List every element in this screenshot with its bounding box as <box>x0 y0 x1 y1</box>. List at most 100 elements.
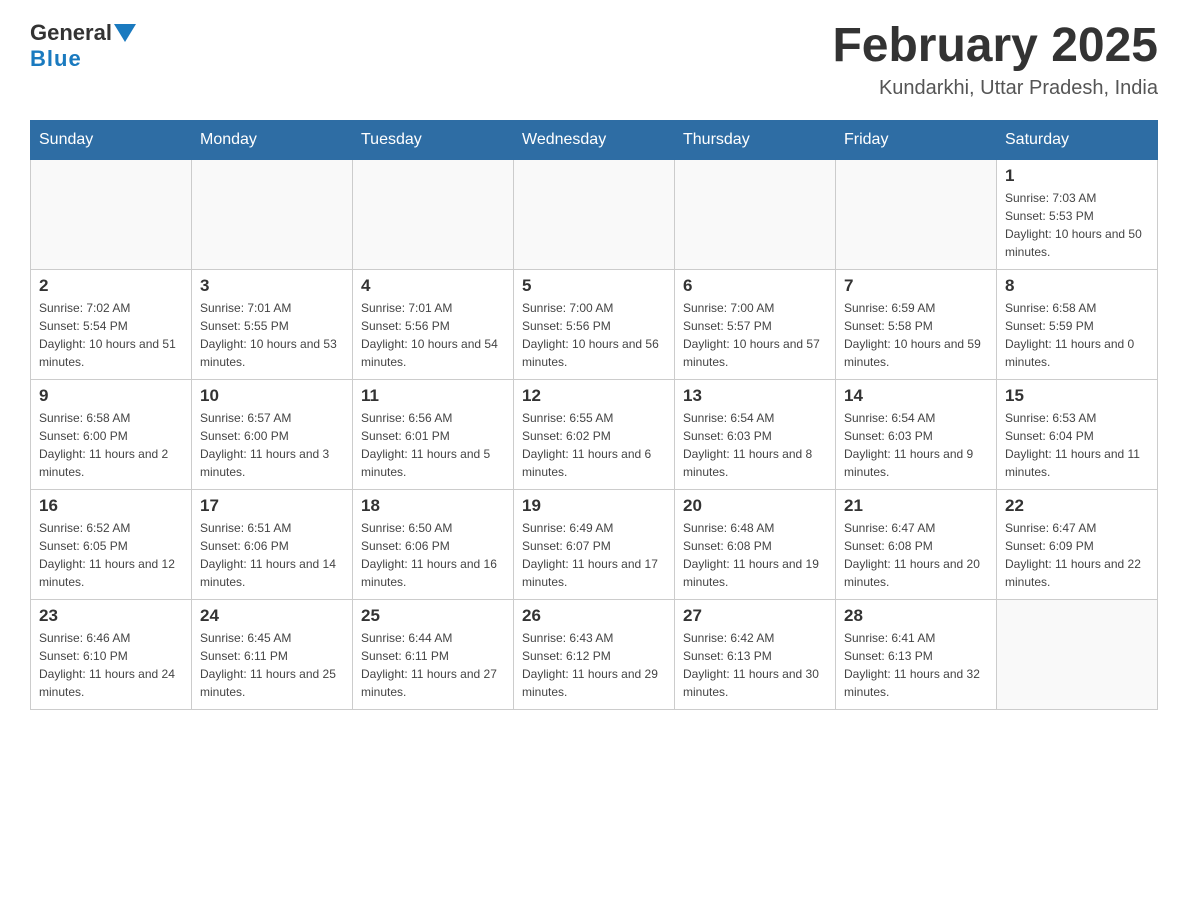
day-number: 23 <box>39 606 183 626</box>
day-info: Sunrise: 7:03 AMSunset: 5:53 PMDaylight:… <box>1005 189 1149 261</box>
calendar-day-cell: 12Sunrise: 6:55 AMSunset: 6:02 PMDayligh… <box>514 379 675 489</box>
day-number: 16 <box>39 496 183 516</box>
calendar-day-cell: 16 Sunrise: 6:52 AMSunset: 6:05 PMDayligh… <box>31 489 192 599</box>
calendar-day-cell <box>192 159 353 269</box>
day-number: 6 <box>683 276 827 296</box>
day-number: 7 <box>844 276 988 296</box>
day-info: Sunrise: 6:42 AMSunset: 6:13 PMDaylight:… <box>683 629 827 701</box>
day-number: 22 <box>1005 496 1149 516</box>
calendar-week-row: 16 Sunrise: 6:52 AMSunset: 6:05 PMDayligh… <box>31 489 1158 599</box>
calendar-title: February 2025 <box>832 20 1158 73</box>
calendar-day-cell <box>675 159 836 269</box>
day-number: 24 <box>200 606 344 626</box>
day-info: Sunrise: 6:46 AMSunset: 6:10 PMDaylight:… <box>39 629 183 701</box>
day-info: Sunrise: 6:43 AMSunset: 6:12 PMDaylight:… <box>522 629 666 701</box>
day-info: Sunrise: 6:55 AMSunset: 6:02 PMDaylight:… <box>522 409 666 481</box>
calendar-week-row: 1 Sunrise: 7:03 AMSunset: 5:53 PMDaylight… <box>31 159 1158 269</box>
day-number: 10 <box>200 386 344 406</box>
day-info: Sunrise: 7:01 AMSunset: 5:56 PMDaylight:… <box>361 299 505 371</box>
day-number: 28 <box>844 606 988 626</box>
calendar-body: 1 Sunrise: 7:03 AMSunset: 5:53 PMDaylight… <box>31 159 1158 709</box>
calendar-week-row: 2Sunrise: 7:02 AMSunset: 5:54 PMDaylight… <box>31 269 1158 379</box>
day-info: Sunrise: 6:57 AMSunset: 6:00 PMDaylight:… <box>200 409 344 481</box>
day-info: Sunrise: 6:54 AMSunset: 6:03 PMDaylight:… <box>683 409 827 481</box>
logo-blue-text: Blue <box>30 46 82 71</box>
calendar-day-cell: 23 Sunrise: 6:46 AMSunset: 6:10 PMDayligh… <box>31 599 192 709</box>
calendar-day-cell <box>31 159 192 269</box>
calendar-header: SundayMondayTuesdayWednesdayThursdayFrid… <box>31 120 1158 159</box>
calendar-day-cell: 22 Sunrise: 6:47 AMSunset: 6:09 PMDayligh… <box>997 489 1158 599</box>
day-number: 17 <box>200 496 344 516</box>
day-info: Sunrise: 6:45 AMSunset: 6:11 PMDaylight:… <box>200 629 344 701</box>
title-section: February 2025 Kundarkhi, Uttar Pradesh, … <box>832 20 1158 100</box>
calendar-day-cell: 24 Sunrise: 6:45 AMSunset: 6:11 PMDayligh… <box>192 599 353 709</box>
calendar-day-cell: 9Sunrise: 6:58 AMSunset: 6:00 PMDaylight… <box>31 379 192 489</box>
calendar-day-cell: 5Sunrise: 7:00 AMSunset: 5:56 PMDaylight… <box>514 269 675 379</box>
day-number: 3 <box>200 276 344 296</box>
calendar-week-row: 23 Sunrise: 6:46 AMSunset: 6:10 PMDayligh… <box>31 599 1158 709</box>
calendar-day-cell: 14 Sunrise: 6:54 AMSunset: 6:03 PMDayligh… <box>836 379 997 489</box>
day-info: Sunrise: 6:44 AMSunset: 6:11 PMDaylight:… <box>361 629 505 701</box>
days-of-week-row: SundayMondayTuesdayWednesdayThursdayFrid… <box>31 120 1158 159</box>
day-of-week-header: Friday <box>836 120 997 159</box>
calendar-day-cell: 11 Sunrise: 6:56 AMSunset: 6:01 PMDayligh… <box>353 379 514 489</box>
day-info: Sunrise: 7:00 AMSunset: 5:57 PMDaylight:… <box>683 299 827 371</box>
calendar-day-cell: 20 Sunrise: 6:48 AMSunset: 6:08 PMDayligh… <box>675 489 836 599</box>
day-number: 27 <box>683 606 827 626</box>
calendar-day-cell <box>836 159 997 269</box>
day-info: Sunrise: 7:01 AMSunset: 5:55 PMDaylight:… <box>200 299 344 371</box>
day-info: Sunrise: 6:53 AMSunset: 6:04 PMDaylight:… <box>1005 409 1149 481</box>
logo-triangle-icon <box>114 24 136 44</box>
calendar-day-cell: 10 Sunrise: 6:57 AMSunset: 6:00 PMDayligh… <box>192 379 353 489</box>
page-header: General Blue February 2025 Kundarkhi, Ut… <box>30 20 1158 100</box>
day-number: 13 <box>683 386 827 406</box>
calendar-day-cell: 7Sunrise: 6:59 AMSunset: 5:58 PMDaylight… <box>836 269 997 379</box>
day-info: Sunrise: 6:56 AMSunset: 6:01 PMDaylight:… <box>361 409 505 481</box>
calendar-week-row: 9Sunrise: 6:58 AMSunset: 6:00 PMDaylight… <box>31 379 1158 489</box>
calendar-day-cell: 21 Sunrise: 6:47 AMSunset: 6:08 PMDayligh… <box>836 489 997 599</box>
day-number: 20 <box>683 496 827 516</box>
day-number: 15 <box>1005 386 1149 406</box>
day-info: Sunrise: 6:54 AMSunset: 6:03 PMDaylight:… <box>844 409 988 481</box>
day-of-week-header: Saturday <box>997 120 1158 159</box>
day-of-week-header: Monday <box>192 120 353 159</box>
day-number: 4 <box>361 276 505 296</box>
calendar-day-cell: 18 Sunrise: 6:50 AMSunset: 6:06 PMDayligh… <box>353 489 514 599</box>
day-info: Sunrise: 6:41 AMSunset: 6:13 PMDaylight:… <box>844 629 988 701</box>
calendar-day-cell: 25 Sunrise: 6:44 AMSunset: 6:11 PMDayligh… <box>353 599 514 709</box>
calendar-day-cell: 15 Sunrise: 6:53 AMSunset: 6:04 PMDayligh… <box>997 379 1158 489</box>
day-number: 2 <box>39 276 183 296</box>
calendar-day-cell: 28 Sunrise: 6:41 AMSunset: 6:13 PMDayligh… <box>836 599 997 709</box>
logo: General Blue <box>30 20 136 72</box>
day-info: Sunrise: 6:47 AMSunset: 6:09 PMDaylight:… <box>1005 519 1149 591</box>
day-number: 14 <box>844 386 988 406</box>
day-info: Sunrise: 6:50 AMSunset: 6:06 PMDaylight:… <box>361 519 505 591</box>
day-of-week-header: Wednesday <box>514 120 675 159</box>
calendar-day-cell: 6 Sunrise: 7:00 AMSunset: 5:57 PMDaylight… <box>675 269 836 379</box>
calendar-day-cell <box>997 599 1158 709</box>
calendar-day-cell <box>353 159 514 269</box>
day-number: 5 <box>522 276 666 296</box>
calendar-day-cell: 8Sunrise: 6:58 AMSunset: 5:59 PMDaylight… <box>997 269 1158 379</box>
day-number: 11 <box>361 386 505 406</box>
calendar-day-cell: 3 Sunrise: 7:01 AMSunset: 5:55 PMDaylight… <box>192 269 353 379</box>
day-number: 19 <box>522 496 666 516</box>
day-info: Sunrise: 6:47 AMSunset: 6:08 PMDaylight:… <box>844 519 988 591</box>
logo-general-text: General <box>30 20 112 46</box>
day-number: 25 <box>361 606 505 626</box>
day-info: Sunrise: 6:58 AMSunset: 5:59 PMDaylight:… <box>1005 299 1149 371</box>
calendar-day-cell: 1 Sunrise: 7:03 AMSunset: 5:53 PMDaylight… <box>997 159 1158 269</box>
day-number: 26 <box>522 606 666 626</box>
day-info: Sunrise: 6:52 AMSunset: 6:05 PMDaylight:… <box>39 519 183 591</box>
day-info: Sunrise: 6:49 AMSunset: 6:07 PMDaylight:… <box>522 519 666 591</box>
day-info: Sunrise: 6:48 AMSunset: 6:08 PMDaylight:… <box>683 519 827 591</box>
day-of-week-header: Tuesday <box>353 120 514 159</box>
day-number: 21 <box>844 496 988 516</box>
day-number: 18 <box>361 496 505 516</box>
day-info: Sunrise: 6:58 AMSunset: 6:00 PMDaylight:… <box>39 409 183 481</box>
calendar-day-cell: 4 Sunrise: 7:01 AMSunset: 5:56 PMDaylight… <box>353 269 514 379</box>
calendar-day-cell: 13 Sunrise: 6:54 AMSunset: 6:03 PMDayligh… <box>675 379 836 489</box>
day-number: 1 <box>1005 166 1149 186</box>
calendar-table: SundayMondayTuesdayWednesdayThursdayFrid… <box>30 120 1158 710</box>
calendar-day-cell <box>514 159 675 269</box>
